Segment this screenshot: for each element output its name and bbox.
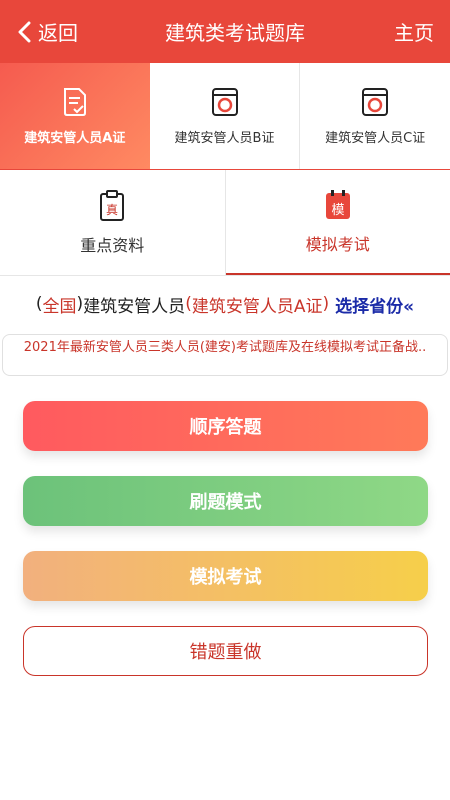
tab-cert-c[interactable]: 建筑安管人员C证: [300, 63, 450, 169]
back-button[interactable]: 返回: [0, 0, 110, 63]
exam-badge-icon: [211, 87, 238, 116]
region-close-paren: ): [76, 294, 84, 314]
region-open-paren: (: [35, 294, 43, 314]
mock-exam-button[interactable]: 模拟考试: [23, 551, 428, 601]
exam-badge-icon: [362, 87, 389, 116]
cert-close-paren: ): [322, 294, 330, 314]
back-label: 返回: [38, 21, 78, 45]
tab-cert-a-label: 建筑安管人员A证: [24, 130, 126, 146]
calendar-icon: 模: [325, 189, 350, 219]
clipboard-icon-char: 真: [106, 203, 118, 217]
choose-province-link[interactable]: 选择省份«: [335, 292, 414, 317]
drill-mode-button[interactable]: 刷题模式: [23, 476, 428, 526]
tab-mock-exam[interactable]: 模 模拟考试: [225, 170, 450, 275]
tab-key-materials-label: 重点资料: [80, 235, 145, 255]
tab-cert-a[interactable]: 建筑安管人员A证: [0, 63, 150, 169]
resource-tabs: 真 重点资料 模 模拟考试: [0, 170, 450, 276]
sequential-answer-button[interactable]: 顺序答题: [23, 401, 428, 451]
document-check-icon: [63, 87, 86, 116]
current-cert-name: 建筑安管人员A证: [191, 296, 323, 317]
tab-cert-b-label: 建筑安管人员B证: [174, 130, 275, 146]
tab-mock-exam-label: 模拟考试: [305, 234, 370, 254]
tab-key-materials[interactable]: 真 重点资料: [0, 170, 226, 275]
calendar-icon-char: 模: [331, 203, 344, 218]
tab-cert-c-label: 建筑安管人员C证: [325, 130, 426, 146]
redo-wrong-button[interactable]: 错题重做: [23, 626, 428, 676]
notice-banner: 2021年最新安管人员三类人员(建安)考试题库及在线模拟考试正备战..: [2, 334, 448, 376]
clipboard-icon: 真: [100, 189, 125, 221]
tab-cert-b[interactable]: 建筑安管人员B证: [149, 63, 301, 169]
region-name: 全国: [42, 296, 77, 317]
page-title: 建筑类考试题库: [165, 21, 305, 45]
cert-open-paren: (: [185, 294, 192, 314]
region-category: 建筑安管人员: [83, 296, 186, 317]
region-line: ( 全国 ) 建筑安管人员 ( 建筑安管人员A证 ) 选择省份«: [0, 276, 450, 332]
home-button[interactable]: 主页: [360, 17, 450, 46]
chevron-left-icon: [18, 21, 31, 42]
cert-tabs: 建筑安管人员A证 建筑安管人员B证 建筑安管人员C证: [0, 63, 450, 170]
app-header: 返回 建筑类考试题库 主页: [0, 0, 450, 63]
